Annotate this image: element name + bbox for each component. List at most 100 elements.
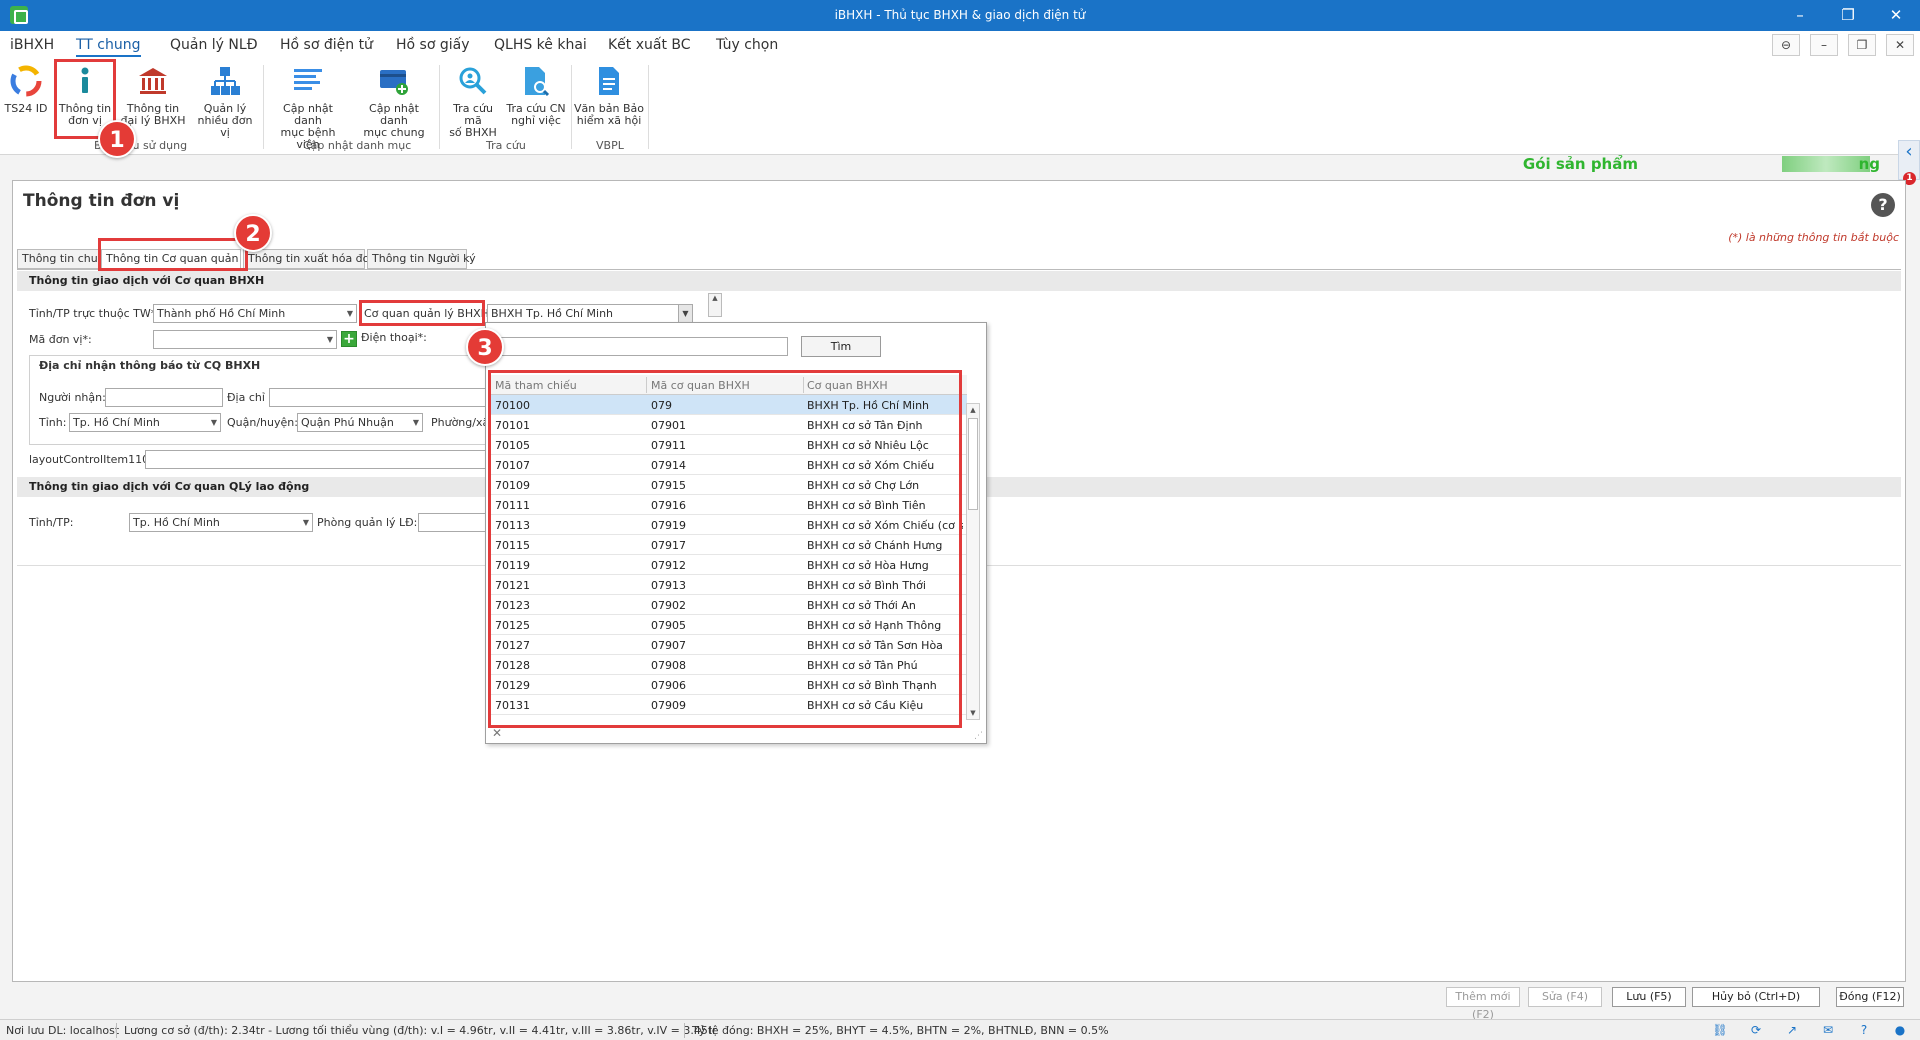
lookup-scrollbar[interactable]: ▲ ▼ xyxy=(966,403,980,720)
ribbon-tra-cuu-ma-so-button[interactable]: Tra cứu mã số BHXH xyxy=(444,65,502,139)
scroll-down-icon[interactable]: ▼ xyxy=(967,707,979,719)
layout-control-input[interactable] xyxy=(145,450,495,469)
restore-button[interactable]: ❐ xyxy=(1830,4,1866,26)
help-status-icon[interactable]: ? xyxy=(1856,1023,1872,1037)
chevron-down-icon[interactable]: ▼ xyxy=(678,305,692,322)
menu-quan-ly-nld[interactable]: Quản lý NLĐ xyxy=(170,37,258,53)
ribbon-tra-cuu-cn-nghi-viec-button[interactable]: Tra cứu CN nghỉ việc xyxy=(506,65,566,127)
menu-ho-so-dien-tu[interactable]: Hồ sơ điện tử xyxy=(280,37,373,53)
menu-tuy-chon[interactable]: Tùy chọn xyxy=(716,37,778,53)
page-title: Thông tin đơn vị xyxy=(23,191,180,211)
help-icon[interactable]: ? xyxy=(1871,193,1895,217)
list-update-icon xyxy=(292,65,324,97)
district-combo[interactable]: Quận Phú Nhuận ▼ xyxy=(297,413,423,432)
tab-thong-tin-nguoi-ky[interactable]: Thông tin Người ký xyxy=(367,249,476,269)
ribbon-thong-tin-dai-ly-button[interactable]: Thông tin đại lý BHXH xyxy=(120,65,186,127)
labor-province-value: Tp. Hồ Chí Minh xyxy=(133,516,220,529)
menu-qlhs-ke-khai[interactable]: QLHS kê khai xyxy=(494,37,587,53)
document-icon xyxy=(593,65,625,97)
ribbon-label: Cập nhật danh xyxy=(369,102,419,127)
unit-code-combo[interactable]: ▼ xyxy=(153,330,337,349)
group-cap-nhat-danh-muc: Cập nhật danh mục xyxy=(303,139,412,152)
required-note: (*) là những thông tin bắt buộc xyxy=(1728,231,1899,244)
menu-ket-xuat-bc[interactable]: Kết xuất BC xyxy=(608,37,691,53)
labor-province-combo[interactable]: Tp. Hồ Chí Minh ▼ xyxy=(129,513,313,532)
resize-grip-icon[interactable]: ⋰ xyxy=(974,731,983,741)
district-label: Quận/huyện: xyxy=(227,416,298,429)
callout-1: 1 xyxy=(98,120,136,158)
search-doc-icon xyxy=(520,65,552,97)
group-separator xyxy=(648,65,649,149)
close-form-button[interactable]: Đóng (F12) xyxy=(1836,987,1904,1007)
share-icon[interactable]: ↗ xyxy=(1784,1023,1800,1037)
menu-ho-so-giay[interactable]: Hồ sơ giấy xyxy=(396,37,470,53)
mdi-minimize-button[interactable]: – xyxy=(1810,34,1838,56)
link-icon[interactable]: ⛓ xyxy=(1712,1023,1728,1037)
ribbon-label: số BHXH xyxy=(449,126,497,139)
chat-icon[interactable]: ● xyxy=(1892,1023,1908,1037)
group-vbpl: VBPL xyxy=(596,139,624,152)
cancel-button[interactable]: Hủy bỏ (Ctrl+D) xyxy=(1692,987,1820,1007)
address-box-header: Địa chỉ nhận thông báo từ CQ BHXH xyxy=(39,359,261,372)
scroll-up-icon[interactable]: ▲ xyxy=(708,293,722,317)
add-new-button[interactable]: Thêm mới (F2) xyxy=(1446,987,1520,1021)
menu-ibhxh[interactable]: iBHXH xyxy=(10,37,54,53)
close-button[interactable]: ✕ xyxy=(1878,4,1914,26)
scroll-thumb[interactable] xyxy=(968,418,978,510)
find-button[interactable]: Tìm xyxy=(801,336,881,357)
ribbon-label: nghỉ việc xyxy=(511,114,561,127)
address-province-value: Tp. Hồ Chí Minh xyxy=(73,416,160,429)
highlight-box-grid xyxy=(488,370,962,728)
ribbon-van-ban-bhxh-button[interactable]: Văn bản Bảo hiểm xã hội xyxy=(574,65,644,127)
unit-code-label: Mã đơn vị*: xyxy=(29,333,92,346)
ward-label: Phường/xã xyxy=(431,416,490,429)
mdi-close-button[interactable]: ✕ xyxy=(1886,34,1914,56)
chevron-down-icon: ▼ xyxy=(210,418,217,427)
ribbon-quan-ly-nhieu-don-vi-button[interactable]: Quản lý nhiều đơn vị xyxy=(192,65,258,139)
highlight-box-3 xyxy=(359,300,485,326)
ribbon-ts24-id-button[interactable]: TS24 ID xyxy=(4,65,48,115)
ribbon-label: TS24 ID xyxy=(4,102,48,115)
status-db: Nơi lưu DL: localhost xyxy=(6,1024,120,1037)
window-title: iBHXH - Thủ tục BHXH & giao dịch điện tử xyxy=(834,8,1086,22)
card-add-icon xyxy=(378,65,410,97)
ribbon-collapse-button[interactable]: ⊖ xyxy=(1772,34,1800,56)
scroll-up-icon[interactable]: ▲ xyxy=(967,404,979,416)
popup-search-input[interactable] xyxy=(492,337,788,356)
province-value: Thành phố Hồ Chí Minh xyxy=(157,307,286,320)
recipient-input[interactable] xyxy=(105,388,223,407)
phone-label: Điện thoại*: xyxy=(361,331,427,344)
address-input[interactable] xyxy=(269,388,489,407)
address-province-label: Tỉnh: xyxy=(39,416,67,429)
province-combo[interactable]: Thành phố Hồ Chí Minh ▼ xyxy=(153,304,357,323)
tab-thong-tin-xuat-hoa-don[interactable]: Thông tin xuất hóa đơn xyxy=(243,249,376,269)
district-value: Quận Phú Nhuận xyxy=(301,416,394,429)
ribbon-label: mục chung xyxy=(363,126,425,139)
callout-3: 3 xyxy=(466,328,504,366)
save-button[interactable]: Lưu (F5) xyxy=(1612,987,1686,1007)
agency-value: BHXH Tp. Hồ Chí Minh xyxy=(491,307,614,320)
edit-button[interactable]: Sửa (F4) xyxy=(1528,987,1602,1007)
mdi-restore-button[interactable]: ❐ xyxy=(1848,34,1876,56)
ribbon-label: hiểm xã hội xyxy=(576,114,642,127)
highlight-box-2 xyxy=(98,238,248,271)
add-unit-icon[interactable]: + xyxy=(341,331,357,347)
close-popup-icon[interactable]: ✕ xyxy=(492,726,502,740)
agency-combo[interactable]: BHXH Tp. Hồ Chí Minh ▼ xyxy=(487,304,693,323)
group-separator xyxy=(263,65,264,149)
group-separator xyxy=(571,65,572,149)
mail-icon[interactable]: ✉ xyxy=(1820,1023,1836,1037)
menu-bar: iBHXH TT chung Quản lý NLĐ Hồ sơ điện tử… xyxy=(0,31,1920,59)
chevron-down-icon: ▼ xyxy=(326,335,333,344)
status-separator xyxy=(116,1023,117,1038)
ribbon-cap-nhat-dm-chung-button[interactable]: Cập nhật danh mục chung xyxy=(354,65,434,139)
group-separator xyxy=(439,65,440,149)
refresh-icon[interactable]: ⟳ xyxy=(1748,1023,1764,1037)
ribbon-label: nhiều đơn vị xyxy=(197,114,253,139)
group-tra-cuu: Tra cứu xyxy=(486,139,526,152)
minimize-button[interactable]: – xyxy=(1782,4,1818,26)
ribbon-label: Cập nhật danh xyxy=(283,102,333,127)
address-province-combo[interactable]: Tp. Hồ Chí Minh ▼ xyxy=(69,413,221,432)
menu-tt-chung[interactable]: TT chung xyxy=(76,37,141,57)
tab-thong-tin-chung[interactable]: Thông tin chung xyxy=(17,249,112,269)
